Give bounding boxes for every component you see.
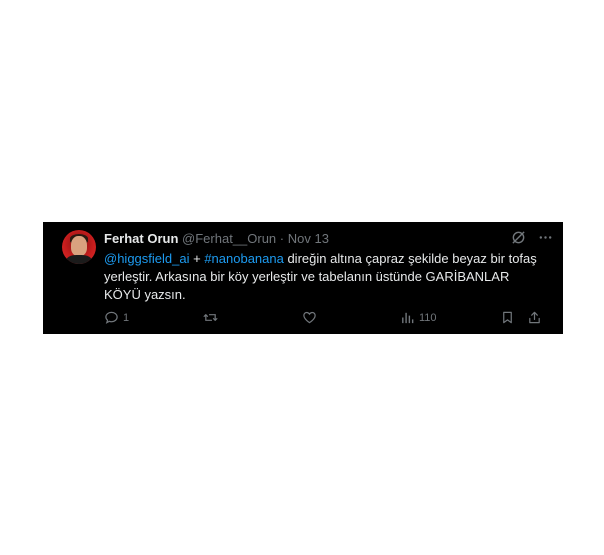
plus-text: +	[189, 251, 205, 266]
bookmark-icon	[503, 311, 512, 324]
tweet-card[interactable]: Ferhat Orun @Ferhat__Orun · Nov 13 @higg…	[43, 222, 563, 334]
reply-count: 1	[123, 311, 130, 324]
avatar[interactable]	[62, 230, 96, 264]
avatar-face	[71, 236, 87, 256]
tweet-text: @higgsfield_ai + #nanobanana direğin alt…	[104, 250, 544, 304]
retweet-button[interactable]	[203, 310, 218, 325]
like-icon	[303, 311, 316, 324]
hashtag-link[interactable]: #nanobanana	[204, 251, 284, 266]
avatar-body	[66, 255, 92, 264]
action-bar: 1 110	[104, 310, 550, 328]
reply-button[interactable]: 1	[104, 310, 129, 325]
tweet-header: Ferhat Orun @Ferhat__Orun · Nov 13	[104, 231, 329, 247]
mention-link[interactable]: @higgsfield_ai	[104, 251, 189, 266]
author-handle[interactable]: @Ferhat__Orun	[182, 231, 276, 246]
views-button[interactable]: 110	[400, 310, 437, 325]
author-name[interactable]: Ferhat Orun	[104, 231, 178, 246]
like-button[interactable]	[302, 310, 317, 325]
header-icons	[511, 230, 553, 245]
share-button[interactable]	[527, 310, 542, 325]
separator: ·	[279, 231, 285, 246]
share-icon	[529, 311, 540, 324]
reply-icon	[105, 311, 118, 324]
grok-icon[interactable]	[511, 230, 526, 245]
more-icon[interactable]	[538, 230, 553, 245]
views-count: 110	[419, 311, 437, 324]
bookmark-button[interactable]	[500, 310, 515, 325]
retweet-icon	[203, 314, 218, 321]
views-icon	[402, 312, 414, 324]
tweet-date[interactable]: Nov 13	[288, 231, 329, 246]
